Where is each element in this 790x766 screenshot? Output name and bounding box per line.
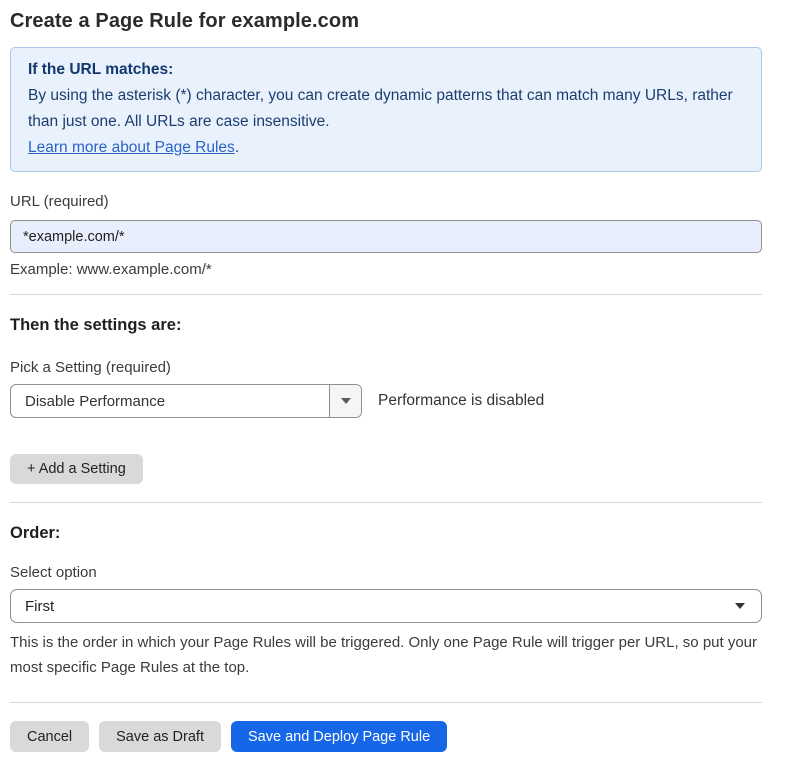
save-as-draft-button[interactable]: Save as Draft <box>99 721 221 752</box>
setting-status-text: Performance is disabled <box>378 392 544 410</box>
order-select[interactable]: First <box>10 589 762 623</box>
add-setting-button[interactable]: + Add a Setting <box>10 454 143 484</box>
create-page-rule-form: Create a Page Rule for example.com If th… <box>0 0 762 766</box>
settings-section-heading: Then the settings are: <box>10 316 762 335</box>
order-select-label: Select option <box>10 564 762 581</box>
info-box-heading: If the URL matches: <box>28 57 744 83</box>
divider <box>10 502 762 503</box>
setting-select-value: Disable Performance <box>11 385 329 417</box>
link-period: . <box>235 139 239 156</box>
divider <box>10 702 762 703</box>
save-and-deploy-button[interactable]: Save and Deploy Page Rule <box>231 721 447 752</box>
setting-row: Disable Performance Performance is disab… <box>10 384 762 418</box>
page-title: Create a Page Rule for example.com <box>10 10 762 33</box>
order-help-text: This is the order in which your Page Rul… <box>10 630 758 680</box>
chevron-down-icon <box>735 603 745 609</box>
chevron-down-icon <box>341 398 351 404</box>
url-input[interactable] <box>10 220 762 253</box>
url-field-label: URL (required) <box>10 193 762 210</box>
footer-actions: Cancel Save as Draft Save and Deploy Pag… <box>10 721 762 766</box>
info-box-link-line: Learn more about Page Rules. <box>28 135 744 161</box>
cancel-button[interactable]: Cancel <box>10 721 89 752</box>
url-example-text: Example: www.example.com/* <box>10 261 762 278</box>
order-select-value: First <box>25 598 735 615</box>
divider <box>10 294 762 295</box>
setting-select-arrow-button[interactable] <box>329 385 361 417</box>
url-matches-info-box: If the URL matches: By using the asteris… <box>10 47 762 172</box>
order-section-heading: Order: <box>10 524 762 543</box>
setting-select[interactable]: Disable Performance <box>10 384 362 418</box>
info-box-body: By using the asterisk (*) character, you… <box>28 83 744 135</box>
pick-setting-label: Pick a Setting (required) <box>10 359 762 376</box>
learn-more-link[interactable]: Learn more about Page Rules <box>28 139 235 156</box>
